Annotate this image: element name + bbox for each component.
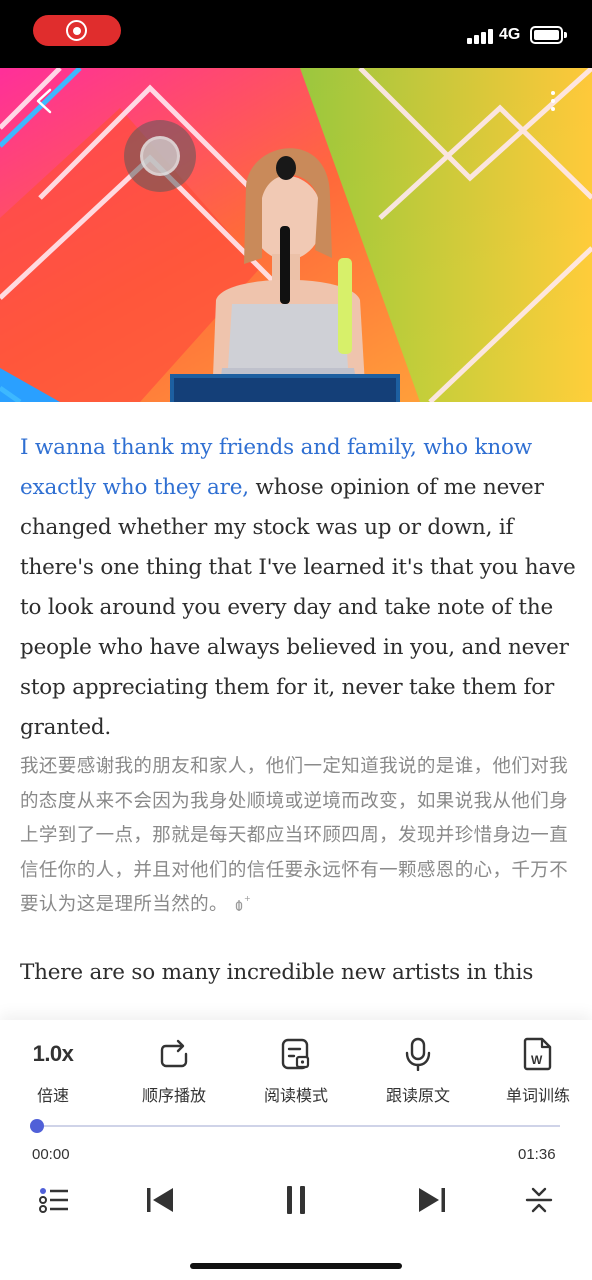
video-player[interactable] (0, 68, 592, 402)
battery-icon (530, 26, 567, 44)
microphone-icon (405, 1037, 431, 1071)
next-button[interactable] (412, 1180, 452, 1220)
total-duration: 01:36 (518, 1146, 556, 1163)
playlist-icon (39, 1188, 68, 1213)
assistive-touch-button[interactable] (124, 120, 196, 192)
back-chevron-icon[interactable] (30, 86, 58, 116)
network-type: 4G (499, 26, 521, 43)
follow-read-button[interactable]: 跟读原文 (363, 1034, 473, 1106)
transcript-panel[interactable]: I wanna thank my friends and family, who… (20, 428, 576, 1018)
transcript-segment-zh: 我还要感谢我的朋友和家人，他们一定知道我说的是谁，他们对我的态度从来不会因为我身… (20, 750, 576, 923)
screen-recording-indicator[interactable] (33, 15, 121, 46)
svg-text:+: + (244, 894, 250, 903)
svg-text:W: W (531, 1053, 543, 1067)
current-time: 00:00 (32, 1146, 70, 1163)
more-options-icon[interactable] (545, 88, 561, 118)
reading-mode-button[interactable]: 阅读模式 (241, 1034, 351, 1106)
pause-icon (287, 1186, 305, 1214)
skip-previous-icon (147, 1188, 173, 1212)
reading-mode-icon (281, 1038, 310, 1070)
sentence-remainder[interactable]: whose opinion of me never changed whethe… (20, 475, 576, 740)
speed-label: 倍速 (36, 1086, 69, 1105)
word-doc-icon: W (523, 1037, 552, 1071)
speed-value: 1.0x (32, 1041, 74, 1066)
speed-button[interactable]: 1.0x 倍速 (0, 1034, 108, 1106)
follow-read-label: 跟读原文 (385, 1086, 450, 1105)
collapse-icon (525, 1187, 553, 1213)
transcript-segment-en[interactable]: I wanna thank my friends and family, who… (20, 428, 576, 748)
collapse-button[interactable] (519, 1180, 559, 1220)
progress-slider[interactable] (30, 1119, 560, 1133)
progress-knob[interactable] (30, 1119, 44, 1133)
translation-text: 我还要感谢我的朋友和家人，他们一定知道我说的是谁，他们对我的态度从来不会因为我身… (20, 756, 569, 915)
order-play-button[interactable]: 顺序播放 (119, 1034, 229, 1106)
playlist-button[interactable] (34, 1180, 74, 1220)
pause-button[interactable] (276, 1180, 316, 1220)
word-training-button[interactable]: W 单词训练 (483, 1034, 592, 1106)
cellular-signal-icon (467, 28, 495, 44)
reading-mode-label: 阅读模式 (263, 1086, 328, 1105)
previous-button[interactable] (140, 1180, 180, 1220)
skip-next-icon (419, 1188, 445, 1212)
status-bar: 4G (0, 0, 592, 68)
word-training-label: 单词训练 (505, 1086, 570, 1105)
transcript-segment-en-next[interactable]: There are so many incredible new artists… (20, 953, 576, 993)
home-indicator[interactable] (190, 1263, 402, 1269)
repeat-icon (160, 1039, 188, 1068)
word-lookup-icon[interactable]: + (234, 894, 250, 912)
video-frame (0, 68, 592, 402)
order-play-label: 顺序播放 (141, 1086, 206, 1105)
